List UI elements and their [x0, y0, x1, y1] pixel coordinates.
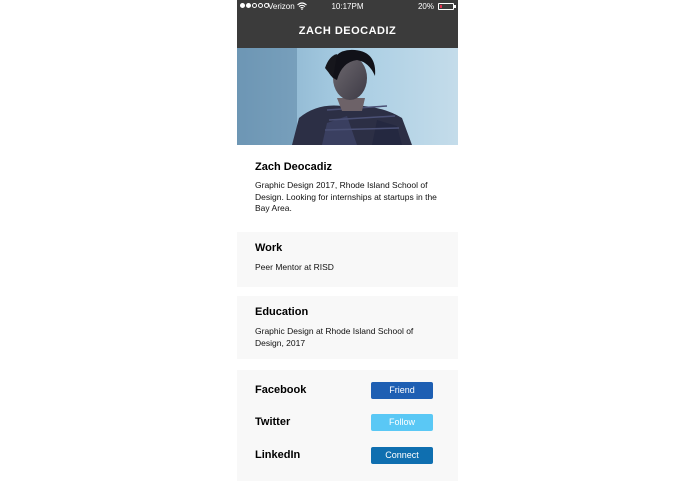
profile-bio: Graphic Design 2017, Rhode Island School…	[255, 180, 437, 213]
profile-name: Zach Deocadiz	[255, 161, 333, 173]
social-card: Facebook Friend Twitter Follow LinkedIn …	[237, 370, 458, 481]
battery-percentage: 20%	[417, 2, 434, 11]
page-title: ZACH DEOCADIZ	[298, 24, 397, 37]
social-label: LinkedIn	[255, 449, 301, 461]
work-title: Work	[255, 242, 283, 254]
social-row-twitter: Twitter Follow	[255, 414, 433, 431]
battery-level	[440, 5, 442, 8]
about-card: Zach Deocadiz Graphic Design 2017, Rhode…	[237, 145, 458, 227]
social-row-facebook: Facebook Friend	[255, 382, 433, 399]
education-text: Graphic Design at Rhode Island School of…	[255, 326, 414, 348]
facebook-friend-button[interactable]: Friend	[371, 382, 433, 399]
education-card: Education Graphic Design at Rhode Island…	[237, 296, 458, 359]
profile-photo-image	[237, 48, 458, 145]
work-card: Work Peer Mentor at RISD	[237, 232, 458, 287]
battery-icon	[438, 3, 456, 10]
social-label: Facebook	[255, 384, 307, 396]
profile-photo	[237, 48, 458, 145]
twitter-follow-button[interactable]: Follow	[371, 414, 433, 431]
social-row-linkedin: LinkedIn Connect	[255, 447, 433, 464]
nav-bar: ZACH DEOCADIZ	[237, 13, 458, 48]
linkedin-connect-button[interactable]: Connect	[371, 447, 433, 464]
education-title: Education	[255, 306, 309, 318]
work-text: Peer Mentor at RISD	[255, 262, 334, 272]
social-label: Twitter	[255, 416, 291, 428]
status-bar: Verizon 10:17PM 20%	[237, 0, 458, 13]
profile-screen: Verizon 10:17PM 20% ZACH DEOCADIZ Zach D…	[237, 0, 458, 494]
